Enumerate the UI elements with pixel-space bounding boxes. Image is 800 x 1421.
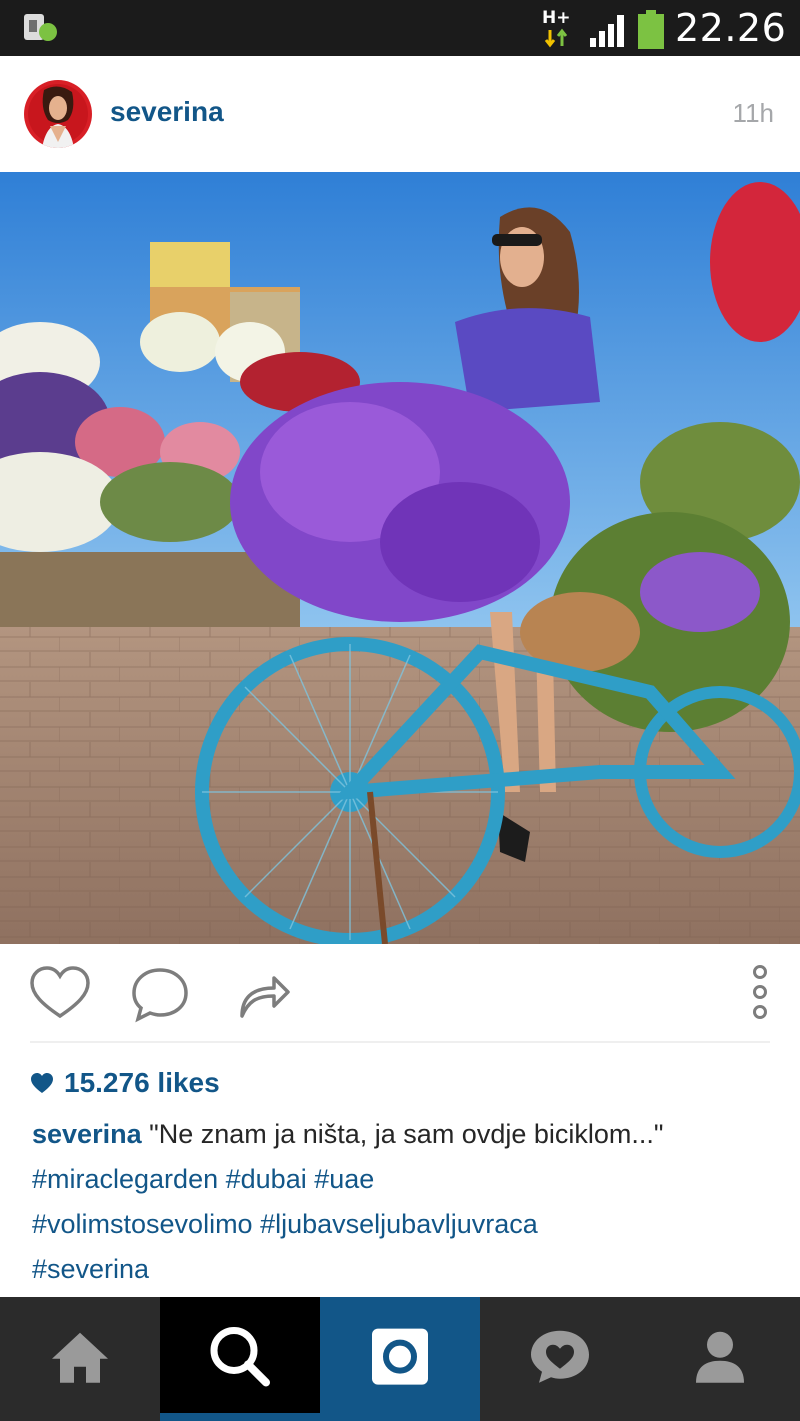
signal-icon: [588, 12, 628, 48]
caption-line-4: #severina: [32, 1247, 782, 1292]
post-caption: severina "Ne znam ja ništa, ja sam ovdje…: [32, 1112, 782, 1292]
network-type-icon: H+: [540, 8, 576, 48]
hashtag[interactable]: #ljubavseljubavljuvraca: [260, 1209, 538, 1239]
more-icon[interactable]: [740, 964, 780, 1024]
hashtag[interactable]: #severina: [32, 1254, 149, 1284]
post-header: severina 11h: [0, 56, 800, 172]
search-icon: [210, 1326, 270, 1387]
post-username[interactable]: severina: [110, 96, 224, 128]
nav-camera[interactable]: [320, 1297, 480, 1421]
caption-line-2: #miraclegarden #dubai #uae: [32, 1157, 782, 1202]
share-icon[interactable]: [232, 964, 296, 1024]
divider: [30, 1041, 770, 1043]
active-tab-indicator: [160, 1413, 320, 1421]
heart-icon[interactable]: [28, 964, 92, 1024]
filled-heart-icon: [31, 1073, 53, 1093]
nav-profile[interactable]: [640, 1297, 800, 1421]
comment-icon[interactable]: [128, 964, 192, 1024]
likes-label: 15.276 likes: [64, 1067, 220, 1098]
hashtag[interactable]: #dubai: [226, 1164, 307, 1194]
hashtag[interactable]: #miraclegarden: [32, 1164, 218, 1194]
avatar[interactable]: [24, 80, 92, 148]
caption-username[interactable]: severina: [32, 1119, 142, 1149]
camera-icon: [372, 1328, 428, 1385]
post-photo[interactable]: [0, 172, 800, 944]
post-timestamp: 11h: [732, 98, 774, 128]
home-icon: [52, 1332, 108, 1383]
bottom-nav: [0, 1297, 800, 1421]
caption-line-3: #volimstosevolimo #ljubavseljubavljuvrac…: [32, 1202, 782, 1247]
hashtag[interactable]: #uae: [314, 1164, 374, 1194]
likes-count[interactable]: 15.276 likes: [30, 1065, 220, 1101]
battery-icon: [637, 10, 665, 50]
hashtag[interactable]: #volimstosevolimo: [32, 1209, 253, 1239]
nav-search[interactable]: [160, 1297, 320, 1421]
activity-heart-icon: [531, 1330, 589, 1383]
caption-line-1: severina "Ne znam ja ništa, ja sam ovdje…: [32, 1112, 782, 1157]
notification-icon: [22, 12, 62, 44]
caption-text: "Ne znam ja ništa, ja sam ovdje biciklom…: [149, 1119, 664, 1149]
clock: 22.26: [675, 6, 787, 50]
nav-home[interactable]: [0, 1297, 160, 1421]
status-bar: H+ 22.26: [0, 0, 800, 56]
profile-icon: [696, 1331, 744, 1383]
nav-activity[interactable]: [480, 1297, 640, 1421]
post-actions: [0, 944, 800, 1044]
